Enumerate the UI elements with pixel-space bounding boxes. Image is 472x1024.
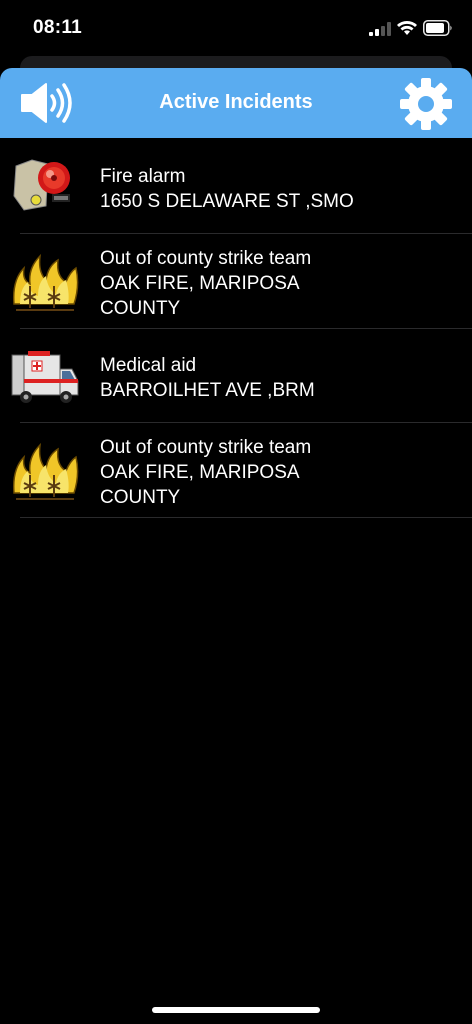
- incident-list: Fire alarm 1650 S DELAWARE ST ,SMO Out o…: [0, 140, 472, 518]
- incident-type: Out of county strike team: [100, 437, 312, 458]
- incident-location: OAK FIRE, MARIPOSA: [100, 273, 300, 294]
- list-item[interactable]: Medical aid BARROILHET AVE ,BRM: [0, 329, 472, 423]
- incident-text: Out of county strike team OAK FIRE, MARI…: [100, 246, 460, 321]
- header-bar: Active Incidents: [0, 68, 472, 138]
- incident-location: 1650 S DELAWARE ST ,SMO: [100, 191, 354, 212]
- wildfire-icon: [12, 442, 79, 500]
- incident-type: Out of county strike team: [100, 248, 312, 269]
- wifi-icon: [397, 21, 417, 35]
- wildfire-icon: [12, 253, 79, 311]
- home-indicator[interactable]: [152, 1007, 320, 1013]
- incident-text: Medical aid BARROILHET AVE ,BRM: [100, 353, 460, 403]
- incident-location-line2: COUNTY: [100, 298, 181, 319]
- incident-location: OAK FIRE, MARIPOSA: [100, 462, 300, 483]
- incident-location: BARROILHET AVE ,BRM: [100, 380, 315, 401]
- list-item[interactable]: Out of county strike team OAK FIRE, MARI…: [0, 423, 472, 518]
- app-screen: 08:11 Active Incidents Fire alarm 1650 S…: [0, 0, 472, 1024]
- cellular-signal-icon: [369, 22, 391, 36]
- status-bar: 08:11: [0, 0, 472, 56]
- status-time: 08:11: [33, 17, 83, 38]
- list-item[interactable]: Out of county strike team OAK FIRE, MARI…: [0, 234, 472, 329]
- incident-type: Fire alarm: [100, 166, 186, 187]
- incident-text: Out of county strike team OAK FIRE, MARI…: [100, 435, 460, 510]
- incident-type: Medical aid: [100, 355, 197, 376]
- battery-icon: [423, 20, 452, 36]
- list-item[interactable]: Fire alarm 1650 S DELAWARE ST ,SMO: [0, 140, 472, 234]
- gear-icon[interactable]: [399, 77, 453, 131]
- incident-text: Fire alarm 1650 S DELAWARE ST ,SMO: [100, 164, 460, 214]
- incident-location-line2: COUNTY: [100, 487, 181, 508]
- fire-alarm-bell-icon: [13, 159, 70, 211]
- ambulance-icon: [11, 351, 79, 403]
